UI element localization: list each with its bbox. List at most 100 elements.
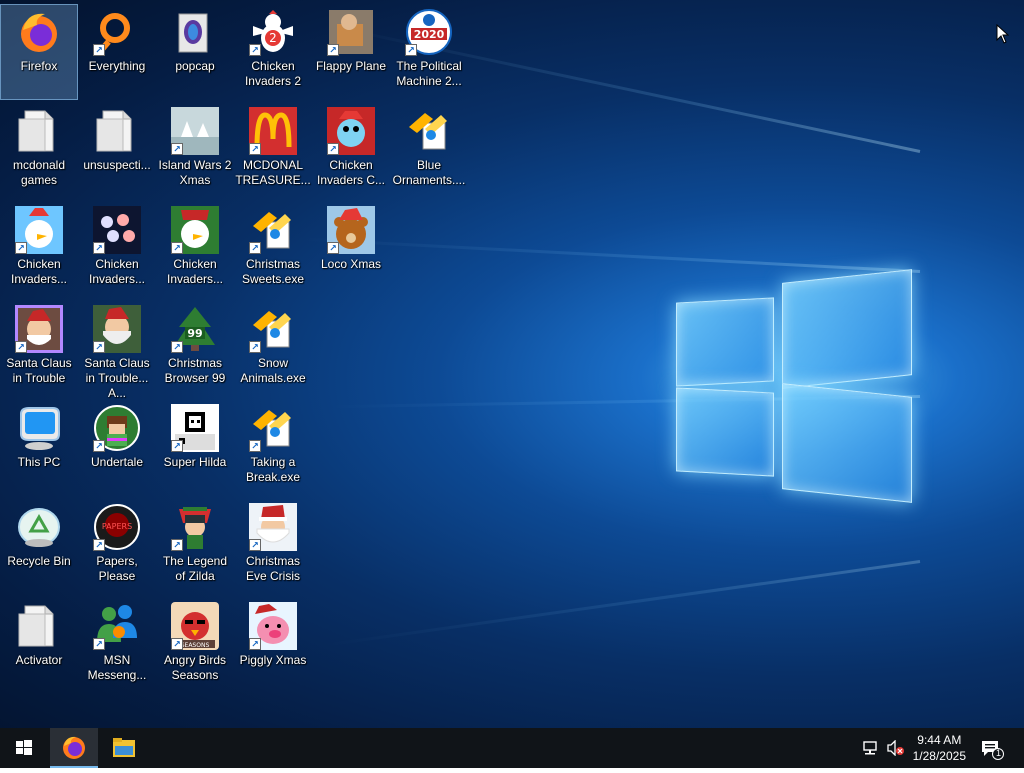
desktop-icon-snow-animals[interactable]: ↗ Snow Animals.exe [234, 301, 312, 397]
desktop-icon-christmas-eve-crisis[interactable]: ↗ Christmas Eve Crisis [234, 499, 312, 595]
shortcut-arrow-icon: ↗ [171, 341, 183, 353]
taking-a-break-icon: ↗ [249, 404, 297, 452]
desktop-icon-label: Chicken Invaders... [166, 257, 224, 286]
desktop-icon-mcdonald-games[interactable]: mcdonald games [0, 103, 78, 199]
santa-claus-trouble-a-icon: ↗ [93, 305, 141, 353]
desktop-icon-label: Piggly Xmas [239, 653, 307, 667]
desktop-icon-island-wars[interactable]: ↗ Island Wars 2 Xmas [156, 103, 234, 199]
action-center-button[interactable]: 1 [980, 738, 1004, 760]
notification-count: 1 [995, 748, 1001, 758]
desktop-icon-this-pc[interactable]: This PC [0, 400, 78, 496]
desktop-icon-everything[interactable]: ↗ Everything [78, 4, 156, 100]
desktop-icon-loco-xmas[interactable]: ↗ Loco Xmas [312, 202, 390, 298]
desktop-icon-mcdonal-treasure[interactable]: ↗ MCDONAL TREASURE... [234, 103, 312, 199]
desktop-icon-label: Loco Xmas [320, 257, 382, 271]
volume-muted-icon[interactable] [886, 740, 906, 756]
desktop-icon-taking-a-break[interactable]: ↗ Taking a Break.exe [234, 400, 312, 496]
desktop-icon-undertale[interactable]: ↗ Undertale [78, 400, 156, 496]
this-pc-icon [15, 404, 63, 452]
wallpaper-windows-logo [670, 268, 915, 508]
desktop-icon-activator[interactable]: Activator [0, 598, 78, 694]
desktop-icon-label: Recycle Bin [7, 554, 71, 568]
shortcut-arrow-icon: ↗ [171, 143, 183, 155]
shortcut-arrow-icon: ↗ [93, 242, 105, 254]
shortcut-arrow-icon: ↗ [249, 143, 261, 155]
desktop-icon-label: The Legend of Zilda [162, 554, 228, 583]
angry-birds-seasons-icon: SEASONS ↗ [171, 602, 219, 650]
political-machine-icon: 2020 ↗ [405, 8, 453, 56]
desktop-icon-chicken-invaders-a[interactable]: ↗ Chicken Invaders... [0, 202, 78, 298]
taskbar-file-explorer-button[interactable] [100, 728, 148, 768]
mouse-cursor-icon [996, 24, 1010, 44]
desktop-icon-recycle-bin[interactable]: Recycle Bin [0, 499, 78, 595]
shortcut-arrow-icon: ↗ [327, 44, 339, 56]
msn-messenger-icon: ↗ [93, 602, 141, 650]
clock[interactable]: 9:44 AM 1/28/2025 [913, 732, 966, 764]
desktop-icon-popcap[interactable]: popcap [156, 4, 234, 100]
desktop-icon-label: Undertale [90, 455, 144, 469]
firefox-icon [15, 8, 63, 56]
shortcut-arrow-icon: ↗ [93, 44, 105, 56]
desktop-icon-christmas-browser[interactable]: 99 ↗ Christmas Browser 99 [156, 301, 234, 397]
desktop-icon-blue-ornaments[interactable]: Blue Ornaments.... [390, 103, 468, 199]
piggly-xmas-icon: ↗ [249, 602, 297, 650]
everything-icon: ↗ [93, 8, 141, 56]
shortcut-arrow-icon: ↗ [171, 638, 183, 650]
desktop-icon-label: Chicken Invaders C... [316, 158, 386, 187]
desktop-icon-label: Christmas Sweets.exe [241, 257, 305, 286]
desktop-icon-firefox[interactable]: Firefox [0, 4, 78, 100]
desktop-icon-super-hilda[interactable]: ↗ Super Hilda [156, 400, 234, 496]
papers-please-icon: PAPERS ↗ [93, 503, 141, 551]
desktop-icon-santa-claus-trouble[interactable]: ↗ Santa Claus in Trouble [0, 301, 78, 397]
desktop-icon-label: Flappy Plane [315, 59, 387, 73]
desktop-icon-label: MCDONAL TREASURE... [235, 158, 311, 187]
loco-xmas-icon: ↗ [327, 206, 375, 254]
desktop-icon-label: The Political Machine 2... [396, 59, 462, 88]
shortcut-arrow-icon: ↗ [249, 440, 261, 452]
desktop-icon-label: Santa Claus in Trouble... A... [84, 356, 150, 400]
desktop-icon-christmas-sweets[interactable]: ↗ Christmas Sweets.exe [234, 202, 312, 298]
desktop-icon-political-machine[interactable]: 2020 ↗ The Political Machine 2... [390, 4, 468, 100]
desktop[interactable]: Firefox ↗ Everything popcap 2 ↗ Chicken Invade… [0, 0, 1024, 728]
network-icon[interactable] [862, 740, 880, 756]
desktop-icon-legend-of-zilda[interactable]: ↗ The Legend of Zilda [156, 499, 234, 595]
desktop-icon-label: Firefox [20, 59, 58, 73]
start-button[interactable] [0, 728, 48, 768]
desktop-icon-chicken-invaders-d[interactable]: ↗ Chicken Invaders... [156, 202, 234, 298]
desktop-icon-label: MSN Messeng... [87, 653, 147, 682]
shortcut-arrow-icon: ↗ [15, 341, 27, 353]
desktop-icon-label: Snow Animals.exe [240, 356, 306, 385]
desktop-icon-label: Chicken Invaders... [88, 257, 146, 286]
desktop-icon-label: Christmas Eve Crisis [245, 554, 300, 583]
desktop-icon-label: Everything [88, 59, 146, 73]
legend-of-zilda-icon: ↗ [171, 503, 219, 551]
desktop-icon-chicken-invaders-b[interactable]: ↗ Chicken Invaders... [78, 202, 156, 298]
chicken-invaders-a-icon: ↗ [15, 206, 63, 254]
svg-text:2020: 2020 [414, 28, 445, 41]
super-hilda-icon: ↗ [171, 404, 219, 452]
desktop-icon-piggly-xmas[interactable]: ↗ Piggly Xmas [234, 598, 312, 694]
desktop-icon-label: Chicken Invaders 2 [244, 59, 302, 88]
christmas-sweets-icon: ↗ [249, 206, 297, 254]
desktop-icon-flappy-plane[interactable]: ↗ Flappy Plane [312, 4, 390, 100]
desktop-icon-label: Blue Ornaments.... [392, 158, 466, 187]
shortcut-arrow-icon: ↗ [171, 539, 183, 551]
svg-text:PAPERS: PAPERS [102, 522, 132, 531]
christmas-eve-crisis-icon: ↗ [249, 503, 297, 551]
taskbar-firefox-button[interactable] [50, 728, 98, 768]
flappy-plane-icon: ↗ [327, 8, 375, 56]
desktop-icon-label: Christmas Browser 99 [164, 356, 226, 385]
desktop-icon-unsuspecti[interactable]: unsuspecti... [78, 103, 156, 199]
shortcut-arrow-icon: ↗ [249, 341, 261, 353]
desktop-icon-angry-birds-seasons[interactable]: SEASONS ↗ Angry Birds Seasons [156, 598, 234, 694]
mcdonald-games-icon [15, 107, 63, 155]
desktop-icon-santa-claus-trouble-a[interactable]: ↗ Santa Claus in Trouble... A... [78, 301, 156, 400]
shortcut-arrow-icon: ↗ [249, 539, 261, 551]
desktop-icon-chicken-invaders-c[interactable]: ↗ Chicken Invaders C... [312, 103, 390, 199]
desktop-icon-papers-please[interactable]: PAPERS ↗ Papers, Please [78, 499, 156, 595]
desktop-icon-chicken-invaders-2[interactable]: 2 ↗ Chicken Invaders 2 [234, 4, 312, 100]
chicken-invaders-2-icon: 2 ↗ [249, 8, 297, 56]
desktop-icon-label: popcap [175, 59, 215, 73]
shortcut-arrow-icon: ↗ [249, 44, 261, 56]
desktop-icon-msn-messenger[interactable]: ↗ MSN Messeng... [78, 598, 156, 694]
